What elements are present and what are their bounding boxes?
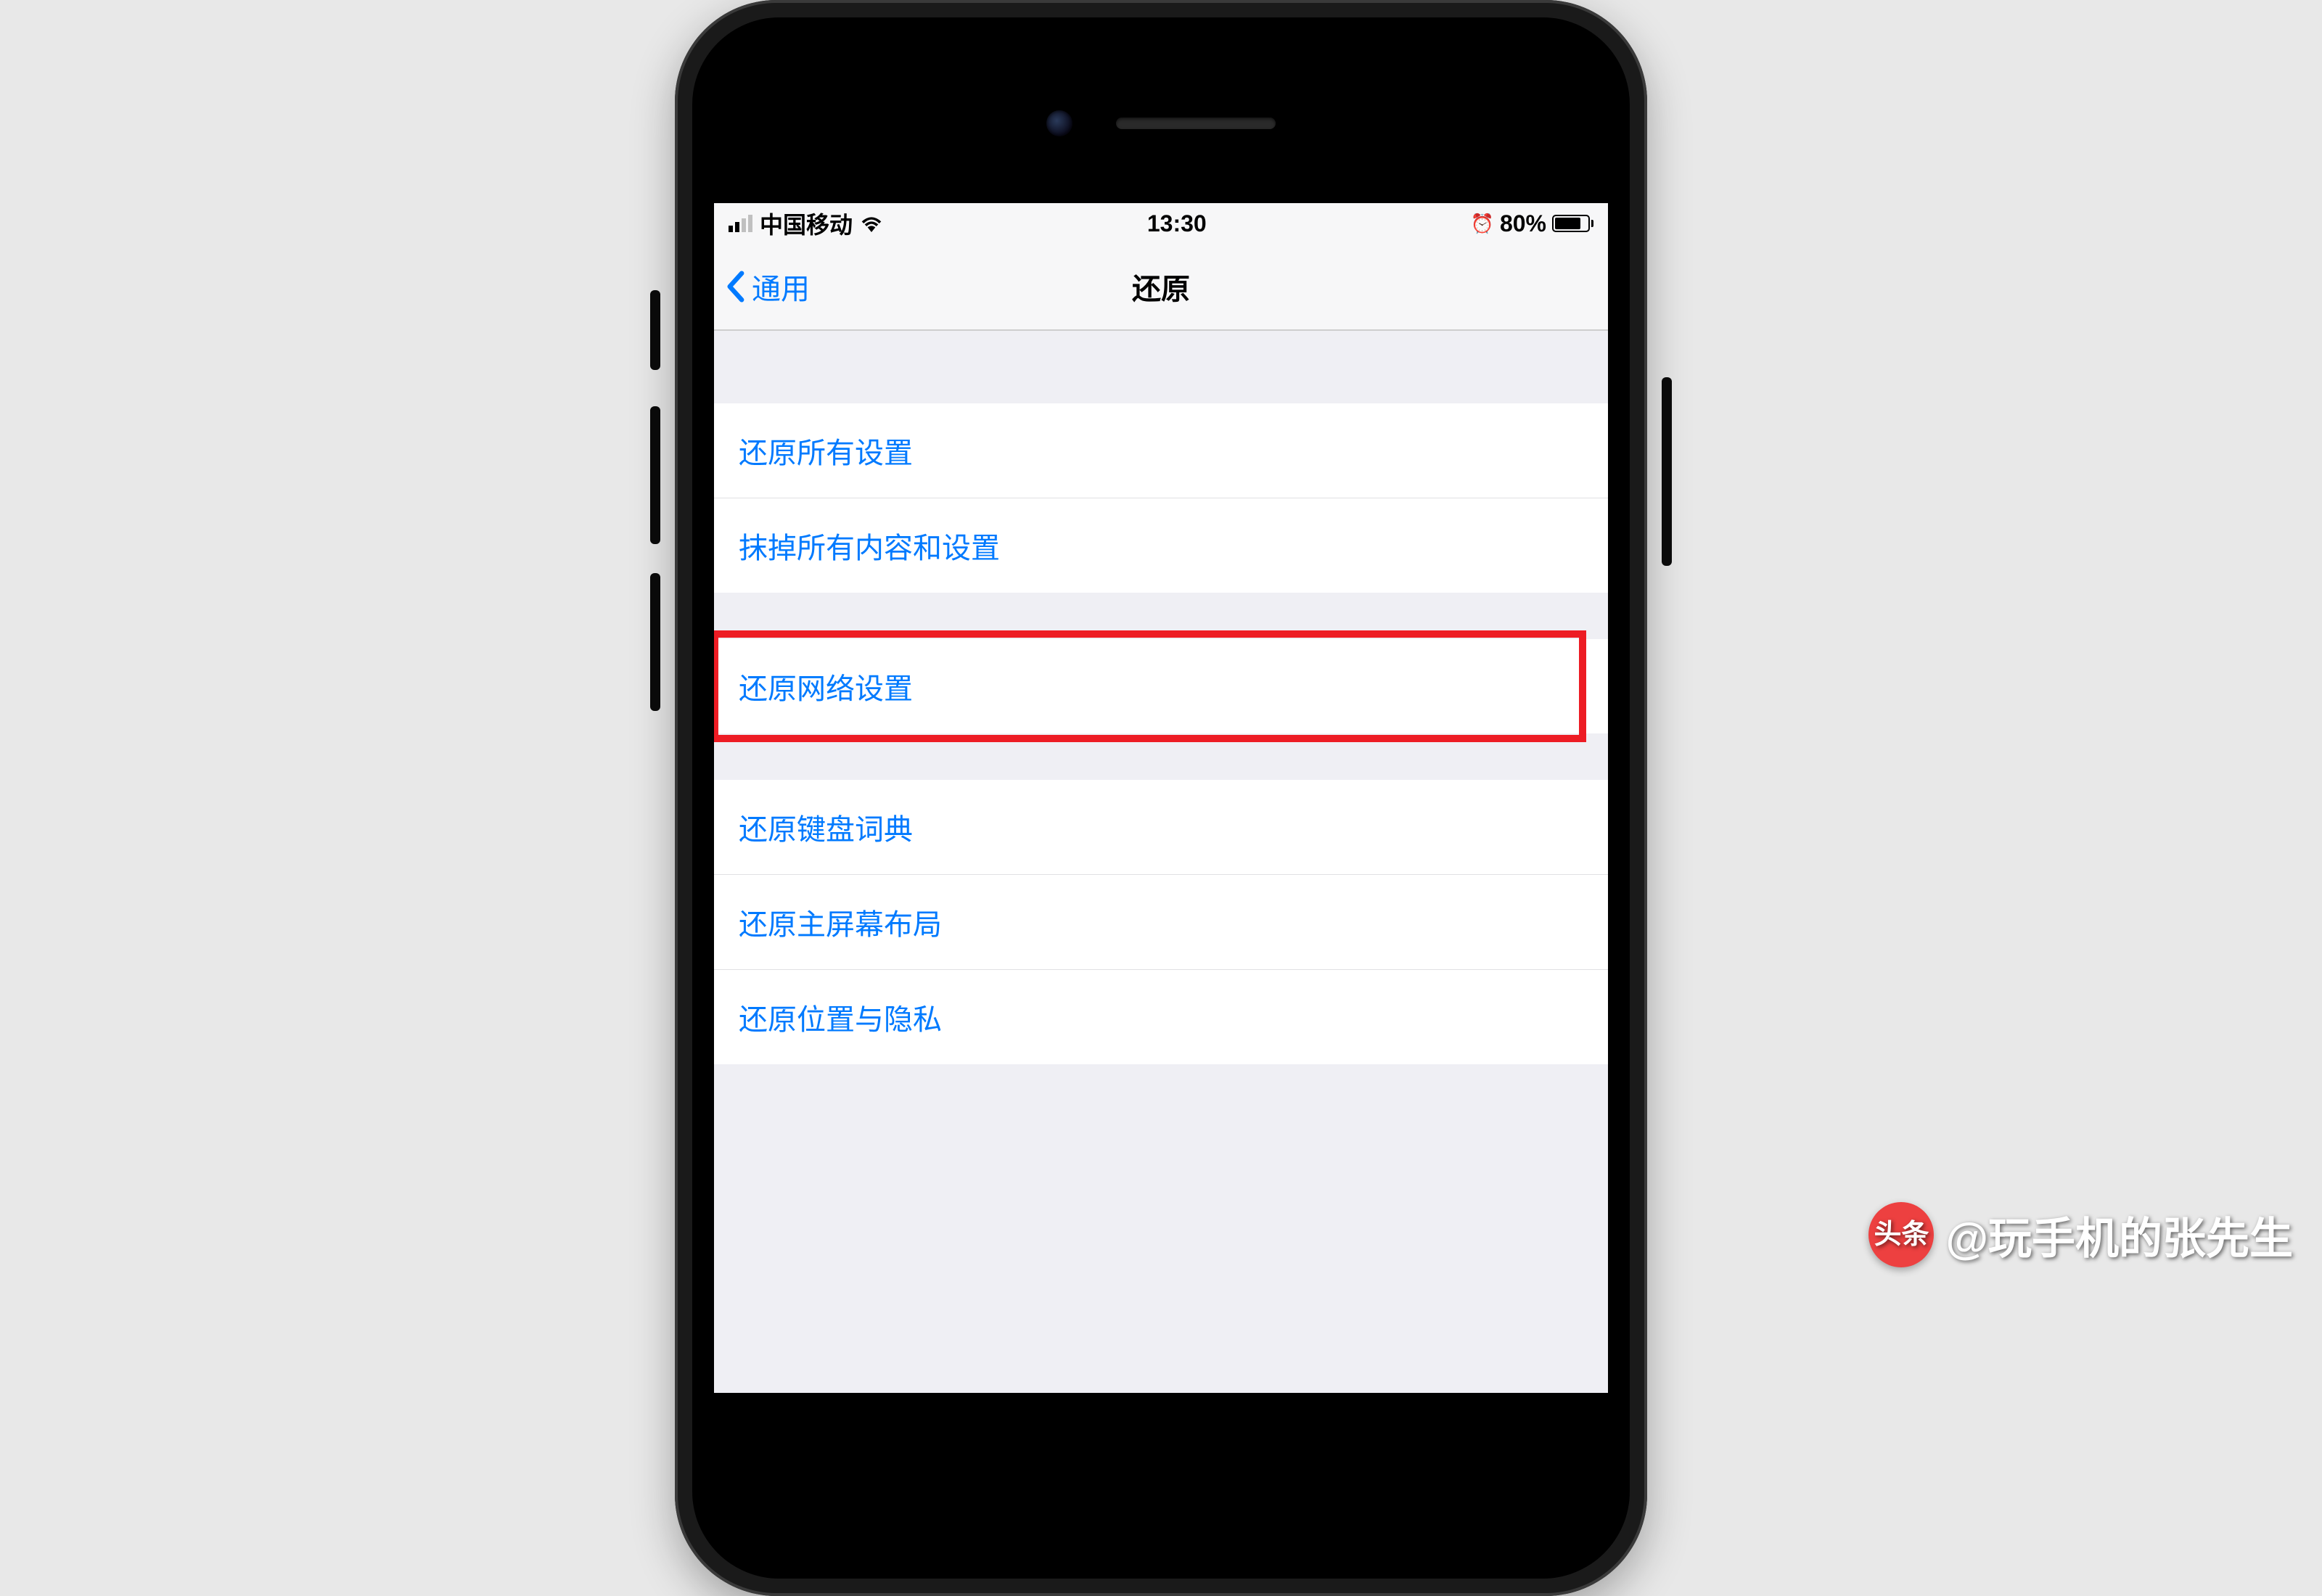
reset-all-settings-row[interactable]: 还原所有设置 xyxy=(714,403,1608,498)
signal-bars-icon xyxy=(729,215,752,232)
watermark-logo: 头条 xyxy=(1868,1202,1934,1267)
settings-content: 还原所有设置 抹掉所有内容和设置 还原网络设置 还原键盘词典 还原主屏幕布局 xyxy=(714,331,1608,1064)
back-button[interactable]: 通用 xyxy=(714,266,821,308)
section-spacer xyxy=(714,733,1608,780)
phone-speaker xyxy=(1116,118,1276,129)
reset-location-privacy-row[interactable]: 还原位置与隐私 xyxy=(714,970,1608,1064)
alarm-icon: ⏰ xyxy=(1471,213,1494,235)
phone-bezel: 中国移动 13:30 ⏰ 80% xyxy=(692,17,1630,1579)
row-label: 还原主屏幕布局 xyxy=(739,909,942,941)
battery-percent: 80% xyxy=(1500,210,1546,237)
status-right: ⏰ 80% xyxy=(1471,210,1593,237)
wifi-icon xyxy=(860,215,883,232)
row-label: 还原所有设置 xyxy=(739,437,913,469)
phone-mute-switch xyxy=(650,290,660,370)
reset-keyboard-dictionary-row[interactable]: 还原键盘词典 xyxy=(714,780,1608,875)
phone-camera xyxy=(1046,110,1072,136)
watermark-logo-text: 头条 xyxy=(1874,1221,1929,1249)
status-left: 中国移动 xyxy=(729,207,883,240)
row-label: 抹掉所有内容和设置 xyxy=(739,532,1000,564)
status-bar: 中国移动 13:30 ⏰ 80% xyxy=(714,203,1608,244)
phone-volume-up xyxy=(650,406,660,544)
status-time: 13:30 xyxy=(1147,210,1207,237)
phone-frame: 中国移动 13:30 ⏰ 80% xyxy=(675,0,1647,1596)
carrier-label: 中国移动 xyxy=(760,207,853,240)
section-spacer xyxy=(714,593,1608,639)
watermark: 头条 @玩手机的张先生 xyxy=(1868,1202,2293,1267)
chevron-left-icon xyxy=(726,271,744,303)
reset-home-screen-layout-row[interactable]: 还原主屏幕布局 xyxy=(714,875,1608,970)
watermark-text: @玩手机的张先生 xyxy=(1945,1204,2293,1267)
phone-volume-down xyxy=(650,573,660,711)
reset-network-settings-row[interactable]: 还原网络设置 xyxy=(714,639,1608,733)
row-label: 还原网络设置 xyxy=(739,673,913,705)
battery-icon xyxy=(1552,215,1593,232)
phone-power-button xyxy=(1662,377,1672,566)
row-label: 还原位置与隐私 xyxy=(739,1004,942,1036)
phone-screen: 中国移动 13:30 ⏰ 80% xyxy=(714,203,1608,1393)
back-label: 通用 xyxy=(752,266,810,308)
phone-top-area xyxy=(714,44,1608,203)
navigation-bar: 通用 还原 xyxy=(714,244,1608,331)
row-label: 还原键盘词典 xyxy=(739,814,913,846)
erase-all-content-row[interactable]: 抹掉所有内容和设置 xyxy=(714,498,1608,593)
page-title: 还原 xyxy=(1132,266,1190,308)
section-spacer xyxy=(714,331,1608,403)
